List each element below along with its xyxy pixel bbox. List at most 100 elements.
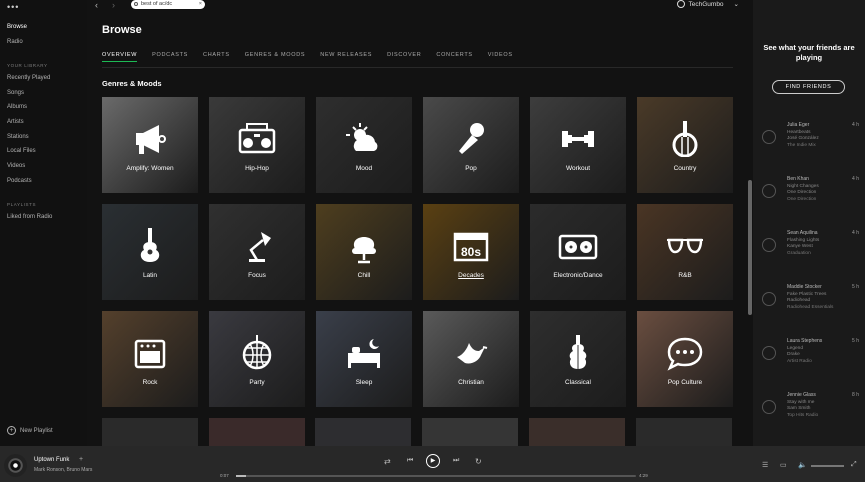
friend-artist[interactable]: One Direction [787,190,816,195]
previous-icon[interactable]: ⏮ [407,457,413,465]
sidebar-item-stations[interactable]: Stations [7,134,29,140]
sidebar-item-browse[interactable]: Browse [7,24,27,30]
tab-charts[interactable]: CHARTS [203,52,230,58]
genre-tile[interactable]: Classical [530,311,626,407]
genre-tile[interactable]: Christian [423,311,519,407]
track-artists[interactable]: Mark Ronson, Bruno Mars [34,467,92,473]
devices-icon[interactable]: ▭ [780,461,787,469]
genre-tile-partial[interactable] [209,418,305,446]
genre-tile[interactable]: Pop Culture [637,311,733,407]
chevron-down-icon[interactable]: ⌄ [734,0,739,8]
repeat-icon[interactable]: ↻ [475,457,482,466]
genre-tile-partial[interactable] [529,418,625,446]
genre-tile-partial[interactable] [422,418,518,446]
friend-artist[interactable]: Sam Smith [787,406,810,411]
friend-artist[interactable]: Radiohead [787,298,810,303]
queue-icon[interactable]: ☰ [762,461,768,469]
genre-tile[interactable]: Hip-Hop [209,97,305,193]
search-input[interactable]: best of ac/dc × [131,0,205,9]
friend-name[interactable]: Jennie Glass [787,392,816,398]
volume-icon[interactable]: 🔈 [798,461,807,469]
progress-bar[interactable] [236,475,636,477]
genre-tile-label: Party [249,379,265,386]
friend-name[interactable]: Laura Stephens [787,338,822,344]
scrollbar-thumb[interactable] [748,180,752,315]
find-friends-button[interactable]: FIND FRIENDS [772,80,845,94]
sidebar-item-albums[interactable]: Albums [7,104,27,110]
friend-source[interactable]: Top Hits Radio [787,413,818,418]
friend-track[interactable]: Fake Plastic Trees [787,292,826,297]
friend-item[interactable]: Jennie Glass 8 h Stay with me Sam Smith Top … [759,392,863,432]
friend-source[interactable]: One Direction [787,197,816,202]
friend-track[interactable]: Legend [787,346,803,351]
genre-tile-partial[interactable] [102,418,198,446]
menu-dots-icon[interactable]: ••• [7,2,19,12]
friend-name[interactable]: Sean Aquilina [787,230,818,236]
friend-track[interactable]: Stay with me [787,400,814,405]
friend-artist[interactable]: Drake [787,352,800,357]
user-menu[interactable]: TechGumbo ⌄ [676,0,739,8]
genre-tile[interactable]: Electronic/Dance [530,204,626,300]
genre-tile[interactable]: Chill [316,204,412,300]
friend-item[interactable]: Laura Stephens 5 h Legend Drake Artist Radio [759,338,863,378]
genre-tile[interactable]: Mood [316,97,412,193]
save-track-plus-icon[interactable]: + [79,456,83,463]
friend-name[interactable]: Maddie Stocker [787,284,822,290]
tab-discover[interactable]: DISCOVER [387,52,421,58]
track-title[interactable]: Uptown Funk [34,457,69,463]
friend-source[interactable]: Artist Radio [787,359,812,364]
genre-tile[interactable]: Amplify: Women [102,97,198,193]
friend-source[interactable]: Radiohead Essentials [787,305,833,310]
fullscreen-icon[interactable]: ⤢ [851,461,857,469]
genre-tile[interactable]: Sleep [316,311,412,407]
tab-genres-moods[interactable]: GENRES & MOODS [245,52,306,58]
sidebar-item-songs[interactable]: Songs [7,90,24,96]
page-title: Browse [102,24,142,36]
tab-videos[interactable]: VIDEOS [488,52,513,58]
sidebar-item-recently-played[interactable]: Recently Played [7,75,50,81]
tab-podcasts[interactable]: PODCASTS [152,52,188,58]
sidebar-item-liked-from-radio[interactable]: Liked from Radio [7,214,52,220]
tab-new-releases[interactable]: NEW RELEASES [320,52,372,58]
tab-overview[interactable]: OVERVIEW [102,52,138,62]
genre-tile[interactable]: Pop [423,97,519,193]
forward-arrow-icon[interactable]: › [112,0,115,10]
friend-item[interactable]: Sean Aquilina 4 h Flashing Lights Kanye Wes… [759,230,863,270]
friend-artist[interactable]: Kanye West [787,244,813,249]
friend-track[interactable]: Flashing Lights [787,238,819,243]
album-cover[interactable] [4,454,27,477]
sidebar-item-artists[interactable]: Artists [7,119,24,125]
friend-name[interactable]: Julia Eger [787,122,809,128]
genre-tile-partial[interactable] [315,418,411,446]
next-icon[interactable]: ⏭ [453,457,459,465]
friend-source[interactable]: The Indie Mix [787,143,816,148]
genre-tile[interactable]: 80s Decades [423,204,519,300]
sidebar-item-videos[interactable]: Videos [7,163,25,169]
clear-search-icon[interactable]: × [199,0,202,9]
sidebar-item-podcasts[interactable]: Podcasts [7,178,32,184]
genre-tile[interactable]: R&B [637,204,733,300]
shuffle-icon[interactable]: ⇄ [384,457,391,466]
back-arrow-icon[interactable]: ‹ [95,0,98,10]
genre-tile[interactable]: Country [637,97,733,193]
friend-artist[interactable]: José González [787,136,819,141]
genre-tile-partial[interactable] [636,418,732,446]
friend-source[interactable]: Graduation [787,251,811,256]
friend-track[interactable]: Heartbeats [787,130,810,135]
friend-track[interactable]: Night Changes [787,184,819,189]
friend-item[interactable]: Julia Eger 4 h Heartbeats José González The … [759,122,863,162]
friend-item[interactable]: Maddie Stocker 5 h Fake Plastic Trees Radio… [759,284,863,324]
tab-concerts[interactable]: CONCERTS [436,52,472,58]
play-button[interactable]: ▶ [426,454,440,468]
volume-slider[interactable] [811,465,844,467]
friend-item[interactable]: Ben Khan 4 h Night Changes One Direction One… [759,176,863,216]
genre-tile[interactable]: Workout [530,97,626,193]
genre-tile[interactable]: Focus [209,204,305,300]
genre-tile[interactable]: Rock [102,311,198,407]
new-playlist-button[interactable]: + New Playlist [7,426,53,435]
genre-tile[interactable]: Party [209,311,305,407]
sidebar-item-local-files[interactable]: Local Files [7,148,36,154]
sidebar-item-radio[interactable]: Radio [7,39,23,45]
friend-name[interactable]: Ben Khan [787,176,809,182]
genre-tile[interactable]: Latin [102,204,198,300]
